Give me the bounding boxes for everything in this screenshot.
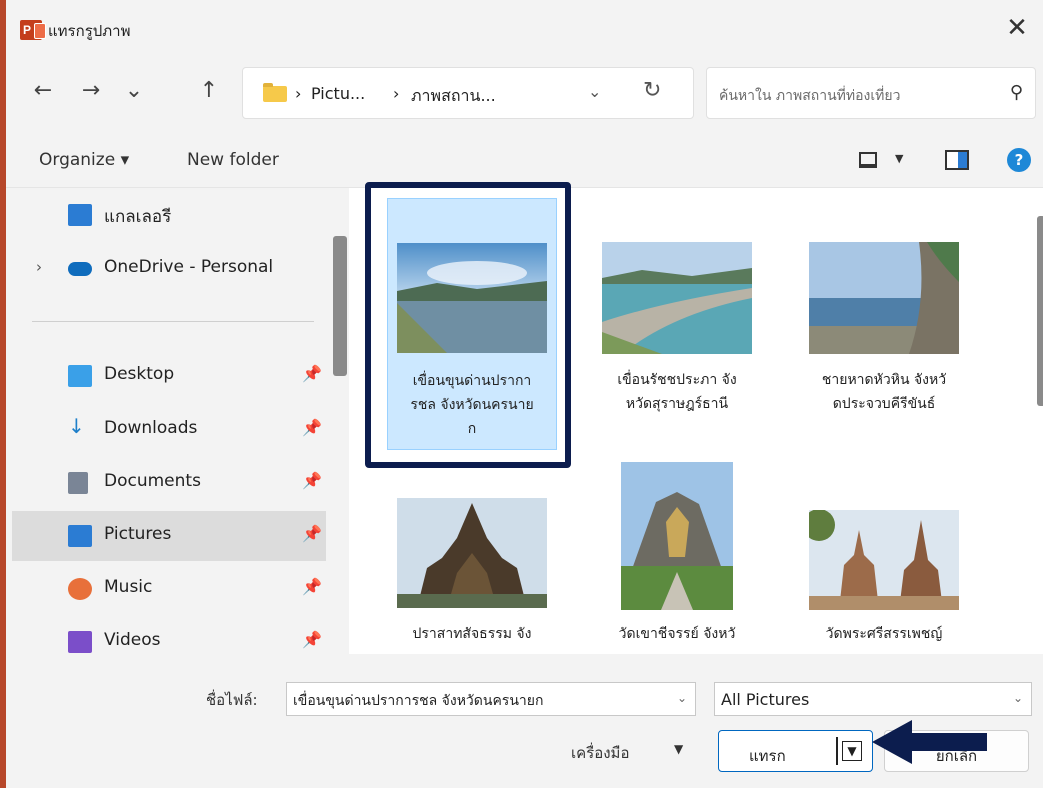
music-icon	[68, 578, 92, 600]
sidebar-item-label: Desktop	[104, 364, 175, 384]
sidebar-item-label: Videos	[104, 630, 161, 650]
pin-icon[interactable]: 📌	[302, 418, 322, 437]
chevron-right-icon[interactable]: ›	[36, 258, 42, 276]
file-name: ชายหาดหัวหิน จังหวั ดประจวบคีรีขันธ์	[821, 372, 947, 412]
navigation-pane: แกลเลอรี › OneDrive - Personal Desktop 📌…	[6, 188, 349, 654]
close-button[interactable]: ✕	[997, 8, 1037, 48]
sidebar-item-desktop[interactable]: Desktop 📌	[12, 351, 326, 401]
file-type-value: All Pictures	[721, 690, 810, 709]
file-item-khao-chi-chan[interactable]: วัดเขาชีจรรย์ จังหวั	[592, 458, 762, 654]
insert-button[interactable]: แทรก ▼	[718, 730, 873, 772]
sidebar-item-label: Music	[104, 577, 153, 597]
file-name-value: เขื่อนขุนด่านปราการชล จังหวัดนครนายก	[293, 693, 544, 709]
command-bar: Organize ▾ New folder ▼ ?	[6, 132, 1043, 188]
powerpoint-icon: P	[20, 20, 46, 40]
chevron-down-icon[interactable]: ⌄	[1013, 691, 1023, 705]
sidebar-item-gallery[interactable]: แกลเลอรี	[12, 190, 326, 240]
title-bar: P แทรกรูปภาพ ✕	[6, 0, 1043, 58]
downloads-icon: ↓	[68, 414, 85, 438]
sidebar-item-label: OneDrive - Personal	[104, 257, 274, 277]
new-folder-button[interactable]: New folder	[187, 150, 279, 170]
tools-button[interactable]: เครื่องมือ	[571, 741, 629, 765]
up-button[interactable]: ↑	[194, 76, 224, 106]
chevron-down-icon[interactable]: ▼	[842, 741, 862, 761]
thumbnail-image	[809, 510, 959, 610]
thumbnail-image	[397, 243, 547, 353]
onedrive-icon	[68, 262, 92, 276]
pin-icon[interactable]: 📌	[302, 471, 322, 490]
search-icon[interactable]: ⚲	[1010, 82, 1023, 103]
divider	[32, 321, 314, 322]
sidebar-item-label: แกลเลอรี	[104, 207, 172, 227]
arrow-left-icon	[872, 720, 987, 764]
preview-pane-icon[interactable]	[945, 150, 969, 170]
chevron-down-icon[interactable]: ▼	[674, 742, 683, 756]
file-item-hua-hin-beach[interactable]: ชายหาดหัวหิน จังหวั ดประจวบคีรีขันธ์	[799, 198, 969, 450]
thumbnail-image	[602, 242, 752, 354]
chevron-down-icon[interactable]: ⌄	[588, 82, 601, 101]
split-divider	[836, 737, 838, 765]
videos-icon	[68, 631, 92, 653]
address-bar[interactable]: › Pictu... › ภาพสถาน... ⌄ ↻	[242, 67, 694, 119]
documents-icon	[68, 472, 88, 494]
thumbnail-image	[397, 498, 547, 608]
search-placeholder: ค้นหาใน ภาพสถานที่ท่องเที่ยว	[719, 88, 901, 104]
pin-icon[interactable]: 📌	[302, 630, 322, 649]
desktop-icon	[68, 365, 92, 387]
back-button[interactable]: ←	[28, 76, 58, 106]
sidebar-item-label: Downloads	[104, 418, 198, 438]
sidebar-item-music[interactable]: Music 📌	[12, 564, 326, 614]
chevron-down-icon[interactable]: ▼	[895, 152, 903, 165]
file-name: เขื่อนขุนด่านปรากา รชล จังหวัดนครนายก	[410, 373, 534, 437]
refresh-icon[interactable]: ↻	[643, 78, 661, 103]
pin-icon[interactable]: 📌	[302, 577, 322, 596]
navigation-bar: ← → ⌄ ↑ › Pictu... › ภาพสถาน... ⌄ ↻ ค้นห…	[6, 58, 1043, 132]
pin-icon[interactable]: 📌	[302, 524, 322, 543]
help-icon[interactable]: ?	[1007, 148, 1031, 172]
file-item-ratchaprapha-dam[interactable]: เขื่อนรัชชประภา จัง หวัดสุราษฎร์ธานี	[592, 198, 762, 450]
insert-button-label: แทรก	[749, 747, 786, 765]
breadcrumb-separator: ›	[393, 84, 400, 103]
file-type-select[interactable]: All Pictures ⌄	[714, 682, 1032, 716]
forward-button[interactable]: →	[76, 76, 106, 106]
sidebar-item-label: Documents	[104, 471, 201, 491]
file-list: เขื่อนขุนด่านปรากา รชล จังหวัดนครนายก เขื…	[349, 188, 1043, 654]
file-name: วัดเขาชีจรรย์ จังหวั	[618, 626, 736, 642]
sidebar-item-videos[interactable]: Videos 📌	[12, 617, 326, 654]
breadcrumb-current-folder[interactable]: ภาพสถาน...	[411, 84, 496, 109]
sidebar-item-downloads[interactable]: ↓ Downloads 📌	[12, 405, 326, 455]
breadcrumb-separator: ›	[295, 84, 302, 103]
thumbnail-image	[809, 242, 959, 354]
file-name: ปราสาทสัจธรรม จัง	[412, 626, 532, 642]
file-item-wat-phra-si-sanphet[interactable]: วัดพระศรีสรรเพชญ์	[799, 458, 969, 654]
gallery-icon	[68, 204, 92, 226]
window-title: แทรกรูปภาพ	[48, 22, 131, 40]
file-item-sanctuary-of-truth[interactable]: ปราสาทสัจธรรม จัง	[387, 458, 557, 654]
insert-picture-dialog: P แทรกรูปภาพ ✕ ← → ⌄ ↑ › Pictu... › ภาพส…	[0, 0, 1043, 788]
view-icon[interactable]	[859, 152, 877, 168]
thumbnail-image	[621, 462, 733, 610]
file-name: วัดพระศรีสรรเพชญ์	[825, 626, 943, 642]
sidebar-item-pictures[interactable]: Pictures 📌	[12, 511, 326, 561]
file-name-input[interactable]: เขื่อนขุนด่านปราการชล จังหวัดนครนายก ⌄	[286, 682, 696, 716]
chevron-down-icon[interactable]: ⌄	[677, 691, 687, 705]
breadcrumb-pictures[interactable]: Pictu...	[311, 84, 365, 103]
file-name: เขื่อนรัชชประภา จัง หวัดสุราษฎร์ธานี	[617, 372, 737, 412]
search-box[interactable]: ค้นหาใน ภาพสถานที่ท่องเที่ยว ⚲	[706, 67, 1036, 119]
file-name-label: ชื่อไฟล์:	[206, 691, 258, 709]
pin-icon[interactable]: 📌	[302, 364, 322, 383]
content-scrollbar[interactable]	[1037, 216, 1043, 406]
recent-locations-button[interactable]: ⌄	[119, 76, 149, 106]
pictures-icon	[68, 525, 92, 547]
sidebar-scrollbar[interactable]	[333, 236, 347, 376]
sidebar-item-onedrive[interactable]: › OneDrive - Personal	[12, 244, 326, 294]
organize-button[interactable]: Organize ▾	[39, 150, 129, 170]
sidebar-item-label: Pictures	[104, 524, 172, 544]
sidebar-item-documents[interactable]: Documents 📌	[12, 458, 326, 508]
folder-icon	[263, 83, 287, 102]
file-item-khun-dan-dam[interactable]: เขื่อนขุนด่านปรากา รชล จังหวัดนครนายก	[387, 198, 557, 450]
